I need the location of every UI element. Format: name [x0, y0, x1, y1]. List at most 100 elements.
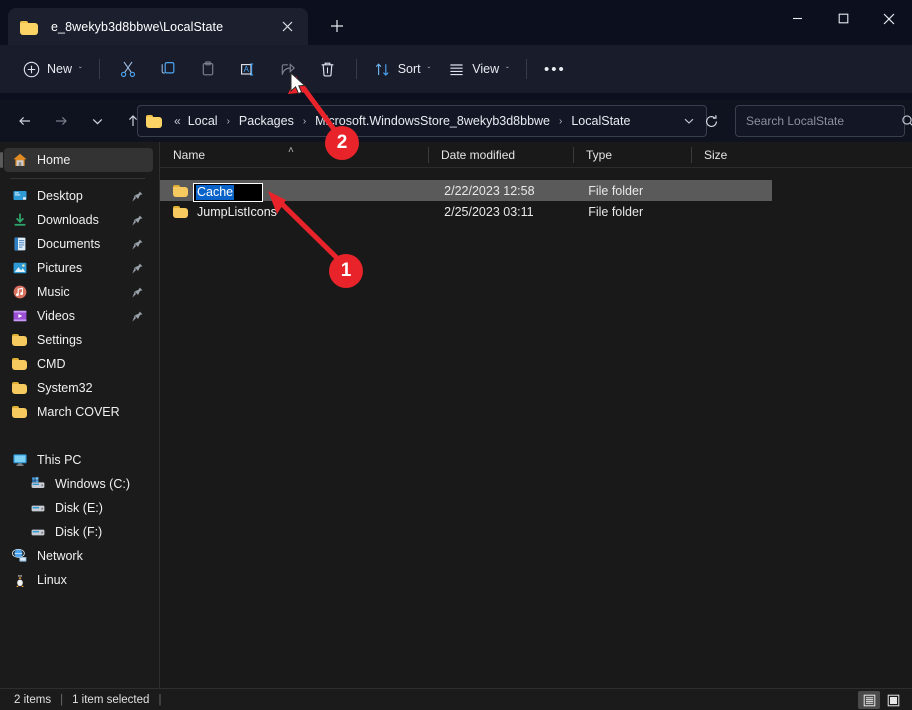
monitor-icon [12, 452, 28, 468]
maximize-button[interactable] [820, 0, 866, 37]
paste-button[interactable] [188, 53, 228, 85]
delete-button[interactable] [308, 53, 348, 85]
column-header-label: Name [173, 147, 206, 162]
table-row[interactable]: JumpListIcons 2/25/2023 03:11 File folde… [160, 201, 772, 222]
sidebar-item-home[interactable]: Home [0, 148, 153, 172]
address-bar[interactable]: « Local › Packages › Microsoft.WindowsSt… [137, 105, 707, 137]
breadcrumb-separator[interactable]: › [554, 113, 567, 130]
sort-button[interactable]: Sort ˇ [365, 53, 440, 85]
copy-button[interactable] [148, 53, 188, 85]
pin-icon[interactable] [131, 286, 147, 299]
see-more-label: ••• [543, 60, 566, 78]
new-tab-button[interactable] [322, 11, 352, 41]
sidebar-item-system32[interactable]: System32 [4, 376, 153, 400]
chevron-down-icon: ˇ [427, 65, 431, 75]
command-bar: New ˇ A Sort ˇ View ˇ ••• [0, 45, 912, 93]
pin-icon[interactable] [131, 310, 147, 323]
breadcrumb-localstate[interactable]: LocalState [567, 111, 634, 131]
column-header-type[interactable]: Type [573, 142, 691, 168]
cut-button[interactable] [108, 53, 148, 85]
close-button[interactable] [866, 0, 912, 37]
pin-icon[interactable] [131, 262, 147, 275]
refresh-button[interactable] [698, 108, 724, 134]
folder-icon [12, 332, 28, 348]
large-icons-view-button[interactable] [882, 691, 904, 709]
view-toggle-group [858, 689, 904, 710]
sidebar-item-windows-c[interactable]: Windows (C:) [4, 472, 153, 496]
view-button[interactable]: View ˇ [439, 53, 518, 85]
music-icon [12, 284, 28, 300]
file-list-view[interactable]: Name ˄ Date modified Type Size Cache 2/2… [160, 142, 912, 688]
tab-localstate[interactable]: e_8wekyb3d8bbwe\LocalState [8, 8, 308, 45]
status-divider: | [60, 693, 64, 706]
sidebar-item-label: March COVER [37, 405, 120, 419]
breadcrumb-package[interactable]: Microsoft.WindowsStore_8wekyb3d8bbwe [311, 111, 554, 131]
breadcrumb-local[interactable]: Local [184, 111, 222, 131]
column-header-row: Name ˄ Date modified Type Size [160, 142, 912, 168]
sidebar-item-network[interactable]: Network [4, 544, 153, 568]
file-type-cell: File folder [588, 204, 644, 219]
breadcrumb-overflow[interactable]: « [171, 111, 184, 131]
share-button[interactable] [268, 53, 308, 85]
sort-ascending-icon: ˄ [288, 144, 294, 156]
sidebar-item-cmd[interactable]: CMD [4, 352, 153, 376]
pin-icon[interactable] [131, 190, 147, 203]
back-button[interactable] [10, 106, 40, 136]
breadcrumb-separator[interactable]: › [298, 113, 311, 130]
sidebar-item-label: Documents [37, 237, 101, 251]
sidebar-item-linux[interactable]: Linux [4, 568, 153, 592]
rename-button[interactable]: A [228, 53, 268, 85]
file-name-cell[interactable]: Cache [160, 182, 431, 202]
see-more-button[interactable]: ••• [535, 53, 575, 85]
toolbar-divider [98, 59, 100, 79]
sidebar-item-label: Pictures [37, 261, 83, 275]
view-button-label: View [472, 62, 500, 76]
sidebar-item-music[interactable]: Music [4, 280, 153, 304]
sidebar-item-disk-f[interactable]: Disk (F:) [4, 520, 153, 544]
sidebar-item-videos[interactable]: Videos [4, 304, 153, 328]
sidebar-item-label: CMD [37, 357, 66, 371]
table-row[interactable]: Cache 2/22/2023 12:58 File folder [160, 180, 772, 202]
desktop-icon [12, 188, 28, 204]
details-view-button[interactable] [858, 691, 880, 709]
drive-icon [30, 524, 46, 540]
sidebar-item-this-pc[interactable]: This PC [4, 448, 153, 472]
sidebar-item-label: Network [37, 549, 83, 563]
forward-button[interactable] [46, 106, 76, 136]
rename-input[interactable]: Cache [193, 182, 263, 202]
column-header-date-modified[interactable]: Date modified [428, 142, 573, 168]
navigation-pane[interactable]: Home Desktop Downloads Documents Picture… [0, 142, 160, 688]
close-icon[interactable] [274, 15, 300, 39]
column-header-size[interactable]: Size [691, 142, 771, 168]
sidebar-item-desktop[interactable]: Desktop [4, 184, 153, 208]
sidebar-item-disk-e[interactable]: Disk (E:) [4, 496, 153, 520]
sidebar-item-label: Disk (F:) [55, 525, 103, 539]
column-header-label: Size [704, 147, 728, 162]
file-name-cell[interactable]: JumpListIcons [160, 205, 431, 219]
folder-icon [12, 380, 28, 396]
sidebar-item-documents[interactable]: Documents [4, 232, 153, 256]
sidebar-item-downloads[interactable]: Downloads [4, 208, 153, 232]
breadcrumb-separator[interactable]: › [222, 113, 235, 130]
pin-icon[interactable] [131, 238, 147, 251]
sidebar-item-label: Windows (C:) [55, 477, 131, 491]
sidebar-item-label: Downloads [37, 213, 99, 227]
pin-icon[interactable] [131, 214, 147, 227]
sidebar-item-pictures[interactable]: Pictures [4, 256, 153, 280]
minimize-button[interactable] [774, 0, 820, 37]
search-box[interactable] [735, 105, 912, 137]
downloads-icon [12, 212, 28, 228]
recent-locations-button[interactable] [82, 106, 112, 136]
videos-icon [12, 308, 28, 324]
file-date-cell: 2/25/2023 03:11 [444, 204, 534, 219]
search-icon [901, 114, 912, 128]
column-header-label: Date modified [441, 147, 516, 162]
column-header-name[interactable]: Name ˄ [160, 142, 428, 168]
new-button[interactable]: New ˇ [14, 53, 91, 85]
breadcrumb-packages[interactable]: Packages [235, 111, 298, 131]
search-input[interactable] [746, 114, 901, 128]
sidebar-item-march-cover[interactable]: March COVER [4, 400, 153, 424]
sidebar-item-label: Desktop [37, 189, 83, 203]
sidebar-item-settings[interactable]: Settings [4, 328, 153, 352]
